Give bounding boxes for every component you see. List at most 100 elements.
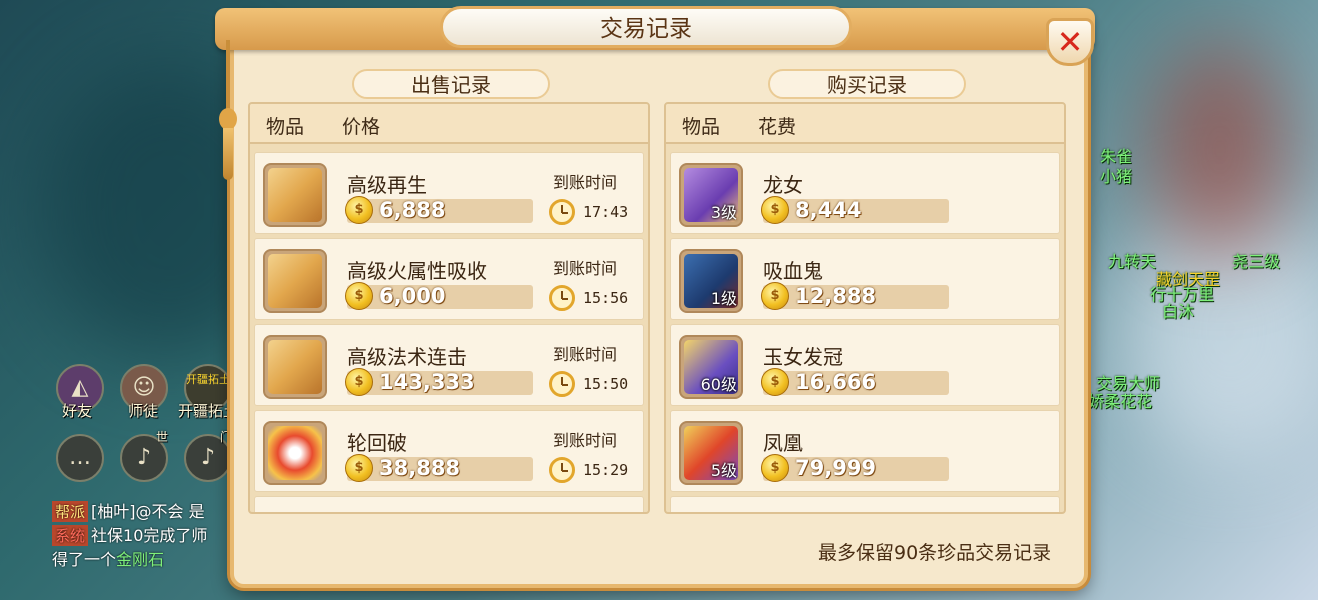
item-price: 79,999 bbox=[795, 456, 877, 480]
chat-text: 社保10完成了师 bbox=[91, 526, 208, 545]
chat-highlight: 金刚石 bbox=[116, 550, 165, 569]
buy-list-header: 物品 花费 bbox=[666, 104, 1064, 144]
chat-bubble-icon: … bbox=[69, 445, 91, 470]
item-name: 龙女 bbox=[763, 173, 803, 197]
price-bar: $6,888 bbox=[345, 196, 533, 224]
close-icon: ✕ bbox=[1056, 23, 1084, 61]
arrival-label: 到账时间 bbox=[553, 431, 618, 450]
dialog-title: 交易记录 bbox=[440, 6, 852, 48]
sell-record-row[interactable]: 高级法术连击 $143,333 到账时间 15:50 bbox=[254, 324, 644, 406]
item-price: 6,000 bbox=[379, 284, 446, 308]
scene-label: 九转天 bbox=[1108, 252, 1157, 271]
item-price: 143,333 bbox=[379, 370, 475, 394]
item-thumbnail: 60级 bbox=[679, 335, 743, 399]
chat-text: [柚叶]@不会 是 bbox=[91, 502, 205, 521]
voice-world-tag: 世 bbox=[156, 430, 169, 444]
header-item: 物品 bbox=[682, 116, 721, 138]
header-cost: 花费 bbox=[758, 116, 797, 138]
item-thumbnail: 1级 bbox=[679, 249, 743, 313]
item-name: 高级火属性吸收 bbox=[347, 259, 487, 283]
item-level: 5级 bbox=[710, 461, 737, 480]
item-name: 玉女发冠 bbox=[763, 345, 843, 369]
item-name: 高级再生 bbox=[347, 173, 427, 197]
buy-record-row[interactable]: 3级 龙女 $8,444 bbox=[670, 152, 1060, 234]
scroll-icon bbox=[268, 254, 322, 308]
sell-record-row-partial bbox=[254, 496, 644, 512]
scene-character bbox=[1150, 40, 1290, 260]
clock-icon bbox=[549, 457, 575, 483]
close-button[interactable]: ✕ bbox=[1046, 18, 1094, 66]
buy-section-label: 购买记录 bbox=[768, 69, 966, 99]
chat-line: 得了一个金刚石 bbox=[52, 546, 164, 570]
arrival-label: 到账时间 bbox=[553, 173, 618, 192]
price-bar: $8,444 bbox=[761, 196, 949, 224]
item-name: 吸血鬼 bbox=[763, 259, 823, 283]
arrival-time: 15:29 bbox=[583, 461, 629, 479]
price-bar: $6,000 bbox=[345, 282, 533, 310]
chat-tag: 系统 bbox=[52, 525, 89, 546]
clock-icon bbox=[549, 199, 575, 225]
item-level: 1级 bbox=[710, 289, 737, 308]
header-price: 价格 bbox=[342, 116, 381, 138]
item-name: 高级法术连击 bbox=[347, 345, 467, 369]
skull-icon bbox=[268, 426, 322, 480]
microphone-icon: ♪ bbox=[200, 445, 216, 470]
price-bar: $16,666 bbox=[761, 368, 949, 396]
coin-icon: $ bbox=[345, 196, 373, 224]
item-price: 6,888 bbox=[379, 198, 446, 222]
sell-record-row[interactable]: 高级再生 $6,888 到账时间 17:43 bbox=[254, 152, 644, 234]
price-bar: $79,999 bbox=[761, 454, 949, 482]
sell-list-header: 物品 价格 bbox=[250, 104, 648, 144]
coin-icon: $ bbox=[761, 368, 789, 396]
buy-record-row[interactable]: 1级 吸血鬼 $12,888 bbox=[670, 238, 1060, 320]
tassel-ornament bbox=[217, 40, 239, 180]
microphone-icon: ♪ bbox=[136, 445, 152, 470]
coin-icon: $ bbox=[761, 196, 789, 224]
price-bar: $143,333 bbox=[345, 368, 533, 396]
expand-badge: 开疆拓土 bbox=[186, 373, 230, 386]
price-bar: $38,888 bbox=[345, 454, 533, 482]
header-item: 物品 bbox=[266, 116, 305, 138]
buy-record-list[interactable]: 物品 花费 3级 龙女 $8,444 1级 吸血鬼 $12,888 60级 玉女发冠 $16,6… bbox=[664, 102, 1066, 514]
arrival-label: 到账时间 bbox=[553, 259, 618, 278]
item-thumbnail bbox=[263, 335, 327, 399]
item-thumbnail bbox=[263, 163, 327, 227]
scroll-icon bbox=[268, 168, 322, 222]
coin-icon: $ bbox=[345, 282, 373, 310]
scene-label: 白沐 bbox=[1162, 302, 1195, 321]
item-level: 3级 bbox=[710, 203, 737, 222]
buy-record-row[interactable]: 60级 玉女发冠 $16,666 bbox=[670, 324, 1060, 406]
chat-tag: 帮派 bbox=[52, 501, 89, 522]
arrival-time: 15:56 bbox=[583, 289, 629, 307]
scene-label: 尧三级 bbox=[1232, 252, 1281, 271]
item-price: 16,666 bbox=[795, 370, 877, 394]
buy-record-row-partial bbox=[670, 496, 1060, 512]
mentor-icon: ☺ bbox=[132, 375, 156, 400]
sell-section-label: 出售记录 bbox=[352, 69, 550, 99]
sell-record-row[interactable]: 轮回破 $38,888 到账时间 15:29 bbox=[254, 410, 644, 492]
sell-record-row[interactable]: 高级火属性吸收 $6,000 到账时间 15:56 bbox=[254, 238, 644, 320]
price-bar: $12,888 bbox=[761, 282, 949, 310]
chat-line: 帮派 [柚叶]@不会 是 bbox=[52, 498, 205, 522]
item-name: 凤凰 bbox=[763, 431, 803, 455]
item-price: 8,444 bbox=[795, 198, 862, 222]
friends-label: 好友 bbox=[62, 402, 93, 420]
item-level: 60级 bbox=[700, 375, 737, 394]
coin-icon: $ bbox=[345, 368, 373, 396]
arrival-time: 17:43 bbox=[583, 203, 629, 221]
scroll-icon bbox=[268, 340, 322, 394]
sell-record-list[interactable]: 物品 价格 高级再生 $6,888 到账时间 17:43 高级火属性吸收 $6,000 到账… bbox=[248, 102, 650, 514]
item-price: 12,888 bbox=[795, 284, 877, 308]
item-price: 38,888 bbox=[379, 456, 461, 480]
arrival-label: 到账时间 bbox=[553, 345, 618, 364]
coin-icon: $ bbox=[761, 282, 789, 310]
item-thumbnail bbox=[263, 249, 327, 313]
scene-label: 小猪 bbox=[1100, 167, 1133, 186]
expand-label: 开疆拓土 bbox=[178, 402, 239, 420]
coin-icon: $ bbox=[761, 454, 789, 482]
item-name: 轮回破 bbox=[347, 431, 407, 455]
footer-note: 最多保留90条珍品交易记录 bbox=[818, 542, 1052, 564]
item-thumbnail: 3级 bbox=[679, 163, 743, 227]
buy-record-row[interactable]: 5级 凤凰 $79,999 bbox=[670, 410, 1060, 492]
chat-button[interactable]: … bbox=[56, 434, 104, 482]
